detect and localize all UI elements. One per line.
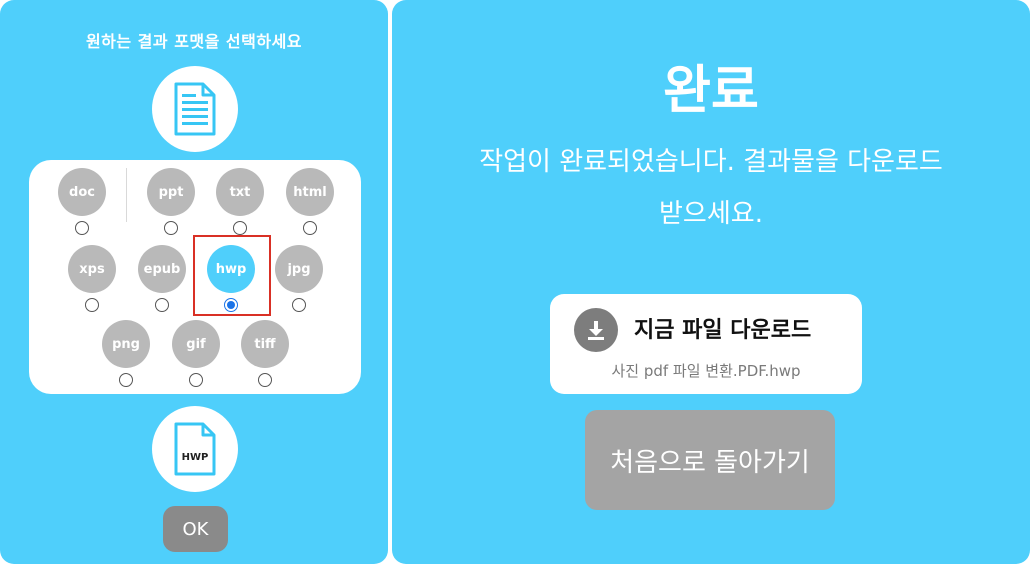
format-label: jpg (275, 245, 323, 293)
format-radio-png[interactable] (119, 373, 133, 387)
format-option-ppt[interactable]: ppt (146, 168, 196, 235)
format-option-xps[interactable]: xps (67, 245, 117, 312)
download-now-button[interactable]: 지금 파일 다운로드 사진 pdf 파일 변환.PDF.hwp (550, 294, 862, 394)
hwp-file-icon: HWP (152, 406, 238, 492)
document-icon (152, 66, 238, 152)
back-to-start-button[interactable]: 처음으로 돌아가기 (585, 410, 835, 510)
format-radio-xps[interactable] (85, 298, 99, 312)
hwp-file-icon-label: HWP (182, 452, 209, 463)
format-label: tiff (241, 320, 289, 368)
format-radio-doc[interactable] (75, 221, 89, 235)
format-label: ppt (147, 168, 195, 216)
selection-highlight (193, 235, 271, 316)
format-radio-epub[interactable] (155, 298, 169, 312)
complete-title: 완료 (663, 61, 759, 121)
format-option-txt[interactable]: txt (215, 168, 265, 235)
format-option-doc[interactable]: doc (57, 168, 107, 235)
format-label: xps (68, 245, 116, 293)
format-label: gif (172, 320, 220, 368)
complete-message-line2: 받으세요. (659, 199, 763, 229)
format-label: html (286, 168, 334, 216)
download-icon (574, 308, 618, 352)
format-radio-txt[interactable] (233, 221, 247, 235)
format-label: txt (216, 168, 264, 216)
format-option-html[interactable]: html (285, 168, 335, 235)
format-radio-jpg[interactable] (292, 298, 306, 312)
format-option-png[interactable]: png (101, 320, 151, 387)
divider (126, 168, 127, 222)
format-label: png (102, 320, 150, 368)
format-option-gif[interactable]: gif (171, 320, 221, 387)
complete-message-line1: 작업이 완료되었습니다. 결과물을 다운로드 (479, 147, 943, 177)
format-option-epub[interactable]: epub (137, 245, 187, 312)
format-radio-html[interactable] (303, 221, 317, 235)
format-label: epub (138, 245, 186, 293)
format-radio-tiff[interactable] (258, 373, 272, 387)
format-radio-gif[interactable] (189, 373, 203, 387)
format-label: doc (58, 168, 106, 216)
format-option-jpg[interactable]: jpg (274, 245, 324, 312)
complete-panel: 완료 작업이 완료되었습니다. 결과물을 다운로드 받으세요. 지금 파일 다운… (392, 0, 1030, 564)
format-option-tiff[interactable]: tiff (240, 320, 290, 387)
ok-button[interactable]: OK (163, 506, 228, 552)
format-select-panel: 원하는 결과 포맷을 선택하세요 doc ppt txt html xps ep… (0, 0, 388, 564)
format-select-title: 원하는 결과 포맷을 선택하세요 (85, 32, 303, 51)
complete-message: 작업이 완료되었습니다. 결과물을 다운로드 받으세요. (432, 136, 990, 240)
download-filename: 사진 pdf 파일 변환.PDF.hwp (611, 362, 801, 380)
download-now-label: 지금 파일 다운로드 (634, 318, 812, 343)
format-radio-ppt[interactable] (164, 221, 178, 235)
